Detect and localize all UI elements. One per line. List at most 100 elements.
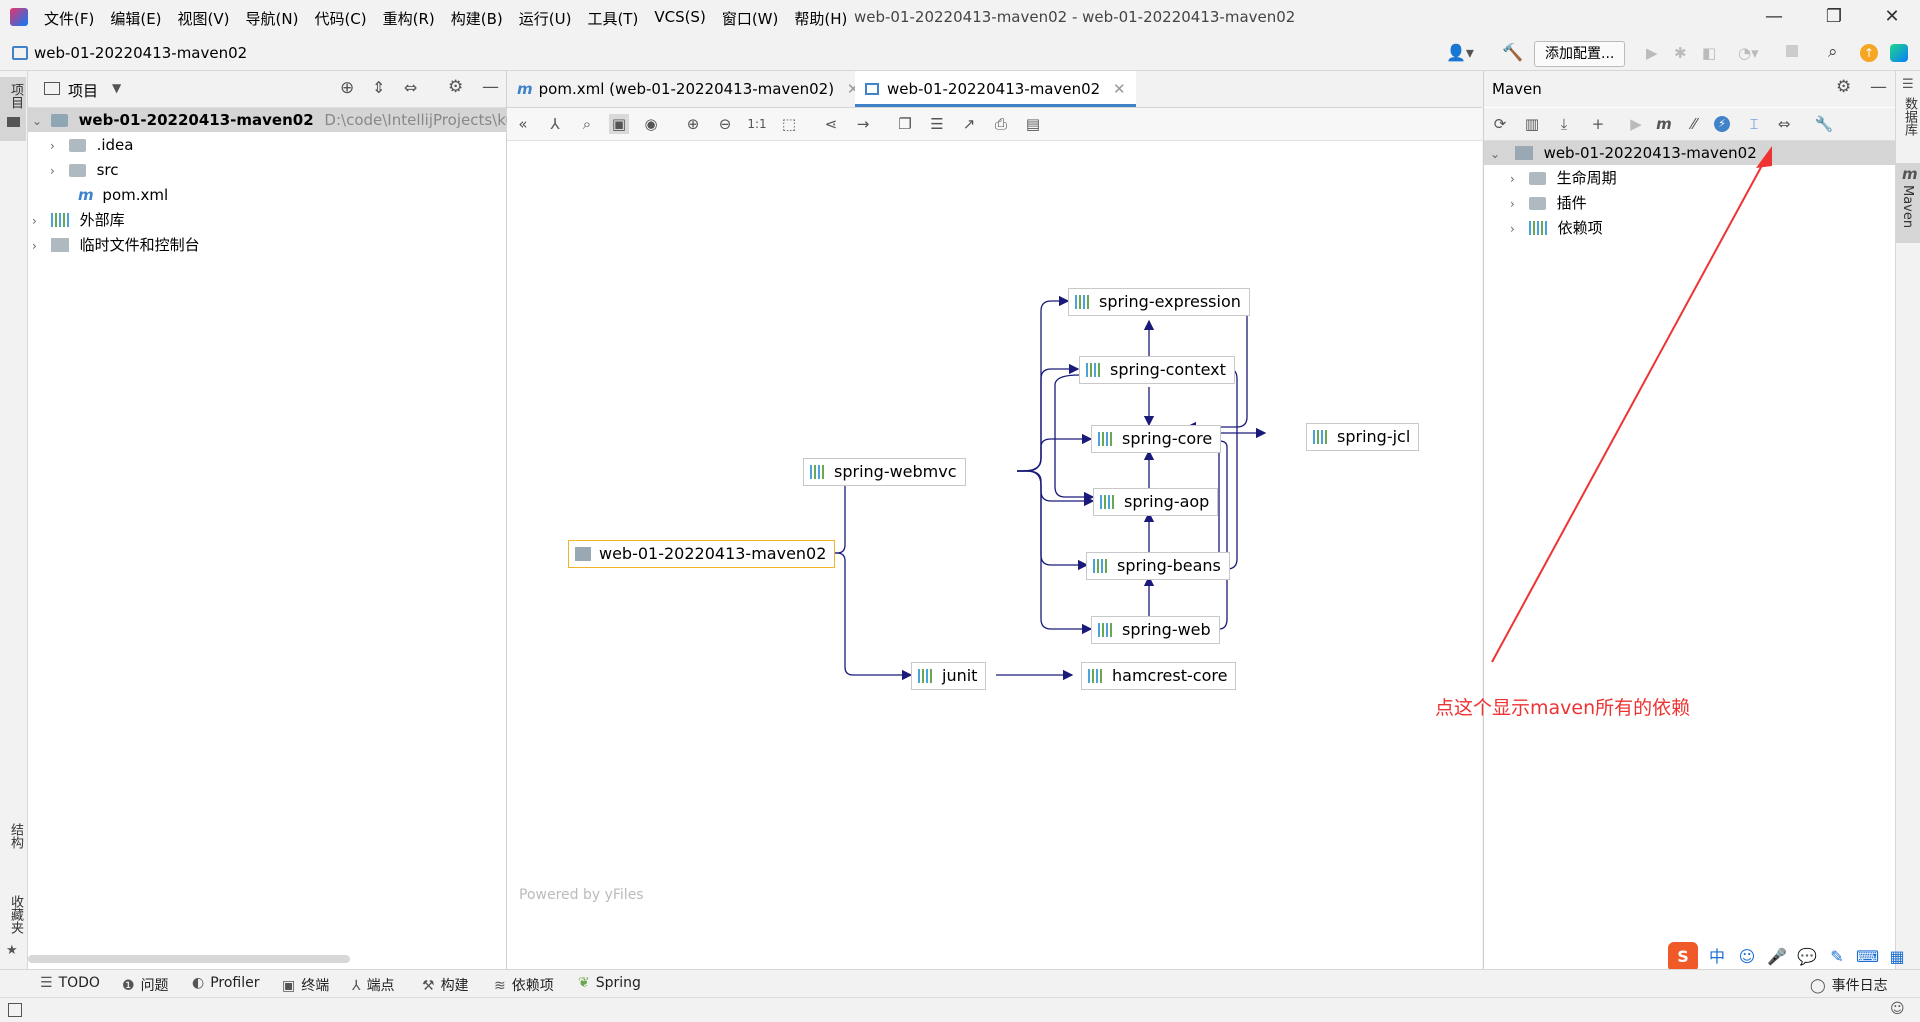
menu-run[interactable]: 运行(U) [519,8,572,29]
zoom-in-icon[interactable]: ⊕ [683,114,703,134]
user-icon[interactable]: 👤▾ [1446,43,1476,65]
problems-tool[interactable]: ❶ 问题 [122,975,169,995]
menu-vcs[interactable]: VCS(S) [654,8,705,29]
hide-panel-icon[interactable]: — [482,77,499,97]
graph-node-hamcrest-core[interactable]: hamcrest-core [1081,662,1237,690]
tree-item-idea[interactable]: › .idea [50,133,133,157]
save-icon[interactable]: ▤ [1023,114,1043,134]
export-icon[interactable]: ↗ [959,114,979,134]
update-icon[interactable]: ↑ [1860,44,1878,62]
show-dependencies-icon[interactable]: ⌶ [1744,114,1764,134]
layout-icon[interactable]: ⅄ [545,114,565,134]
menu-refactor[interactable]: 重构(R) [383,8,435,29]
chevron-right-icon[interactable]: › [1510,192,1524,216]
run-maven-icon[interactable]: ▶ [1626,114,1646,134]
chevron-right-icon[interactable]: › [1510,167,1524,191]
chinese-mode-icon[interactable]: 中 [1706,946,1728,968]
toolbox-icon[interactable] [1890,44,1908,62]
layout-toggle-icon[interactable] [8,1003,22,1017]
tree-item-external-libraries[interactable]: › 外部库 [28,208,125,232]
graph-node-spring-expression[interactable]: spring-expression [1068,288,1250,316]
menu-build[interactable]: 构建(B) [451,8,503,29]
maven-plugins-row[interactable]: › 插件 [1510,191,1587,215]
dependencies-tool[interactable]: ≋ 依赖项 [494,975,554,995]
chat-icon[interactable]: 💬 [1796,946,1818,968]
spring-tool[interactable]: ❦ Spring [578,975,641,991]
graph-node-root[interactable]: web-01-20220413-maven02 [568,540,836,568]
maven-dependencies-row[interactable]: › 依赖项 [1510,216,1603,240]
hide-panel-icon[interactable]: — [1870,77,1887,97]
chevron-right-icon[interactable]: › [1510,217,1524,241]
tree-item-scratches[interactable]: › 临时文件和控制台 [28,233,200,257]
gear-icon[interactable]: ⚙ [1836,77,1851,97]
sogou-logo-icon[interactable]: S [1668,942,1698,972]
todo-tool[interactable]: ☰ TODO [40,975,100,991]
terminal-tool[interactable]: ▣ 终端 [282,975,329,995]
menu-file[interactable]: 文件(F) [44,8,94,29]
profiler-tool[interactable]: ◐ Profiler [192,975,260,991]
generate-sources-icon[interactable]: ▥ [1522,114,1542,134]
collapse-toolbar-icon[interactable]: « [513,114,533,134]
run-icon[interactable]: ▶ [1646,44,1658,62]
execute-goal-icon[interactable]: m [1654,114,1674,134]
fit-page-icon[interactable]: ⬚ [779,114,799,134]
tab-dependency-diagram[interactable]: web-01-20220413-maven02 ✕ [855,71,1136,107]
horizontal-scrollbar[interactable] [28,955,350,963]
restore-icon[interactable]: ❐ [1822,6,1846,30]
coverage-icon[interactable]: ◧ [1702,44,1716,62]
debug-icon[interactable]: ✱ [1674,44,1687,62]
maven-project-row[interactable]: ⌄ web-01-20220413-maven02 [1484,141,1901,165]
print-icon[interactable]: ⎙ [991,114,1011,134]
graph-node-spring-aop[interactable]: spring-aop [1093,488,1219,516]
breadcrumb[interactable]: web-01-20220413-maven02 [34,44,247,62]
skip-tests-icon[interactable]: ⚡ [1714,116,1730,132]
minimize-icon[interactable]: — [1762,6,1786,30]
menu-help[interactable]: 帮助(H) [794,8,847,29]
eye-icon[interactable]: ◉ [641,114,661,134]
collapse-all-icon[interactable]: ⇔ [1774,114,1794,134]
build-tool[interactable]: ⚒ 构建 [422,975,469,995]
chevron-down-icon[interactable]: ▼ [112,81,121,95]
graph-node-spring-core[interactable]: spring-core [1091,425,1222,453]
favorites-tool-tab[interactable]: 收藏夹 ★ [0,891,26,961]
chevron-down-icon[interactable]: ⌄ [32,109,46,133]
project-panel-title[interactable]: 项目 [68,80,98,101]
maven-lifecycle-row[interactable]: › 生命周期 [1510,166,1617,190]
tree-item-pom[interactable]: m pom.xml [78,183,168,207]
menu-tools[interactable]: 工具(T) [587,8,638,29]
gear-icon[interactable]: ⚙ [448,77,463,97]
event-log-tool[interactable]: ◯ 事件日志 [1810,975,1888,995]
add-icon[interactable]: + [1588,114,1608,134]
wrench-icon[interactable]: 🔧 [1814,114,1834,134]
project-tool-tab[interactable]: 项目 [0,77,26,141]
add-configuration-button[interactable]: 添加配置... [1534,41,1626,67]
chevron-right-icon[interactable]: › [32,209,46,233]
pen-icon[interactable]: ✎ [1826,946,1848,968]
endpoints-tool[interactable]: ⅄ 端点 [352,975,395,995]
hammer-icon[interactable]: 🔨 [1502,43,1523,63]
tree-root-row[interactable]: ⌄ web-01-20220413-maven02 D:\code\Intell… [28,108,524,133]
download-icon[interactable]: ⤓ [1554,114,1574,134]
chevron-right-icon[interactable]: › [50,159,64,183]
locate-icon[interactable]: ⊕ [340,78,354,98]
zoom-out-icon[interactable]: ⊖ [715,114,735,134]
copy-icon[interactable]: ❐ [895,114,915,134]
close-window-icon[interactable]: ✕ [1880,6,1904,30]
notifications-icon[interactable]: ☺ [1890,1001,1905,1017]
route-icon[interactable]: → [853,114,873,134]
structure-tool-tab[interactable]: 结构 [0,819,26,889]
keyboard-icon[interactable]: ⌨ [1856,946,1879,968]
maven-tool-tab[interactable]: m Maven [1896,163,1920,243]
chevron-down-icon[interactable]: ⌄ [1490,142,1504,166]
search-icon[interactable]: ⌕ [1828,42,1838,62]
profile-icon[interactable]: ◔▾ [1738,44,1759,62]
chevron-right-icon[interactable]: › [32,234,46,258]
microphone-icon[interactable]: 🎤 [1766,946,1788,968]
actual-size-label[interactable]: 1:1 [747,114,767,134]
graph-node-spring-jcl[interactable]: spring-jcl [1306,423,1420,451]
find-icon[interactable]: ⌕ [577,114,597,134]
database-tool-tab[interactable]: ☰ 数据库 [1896,77,1920,147]
graph-node-spring-context[interactable]: spring-context [1079,356,1235,384]
menu-view[interactable]: 视图(V) [178,8,230,29]
close-tab-icon[interactable]: ✕ [1113,80,1126,98]
